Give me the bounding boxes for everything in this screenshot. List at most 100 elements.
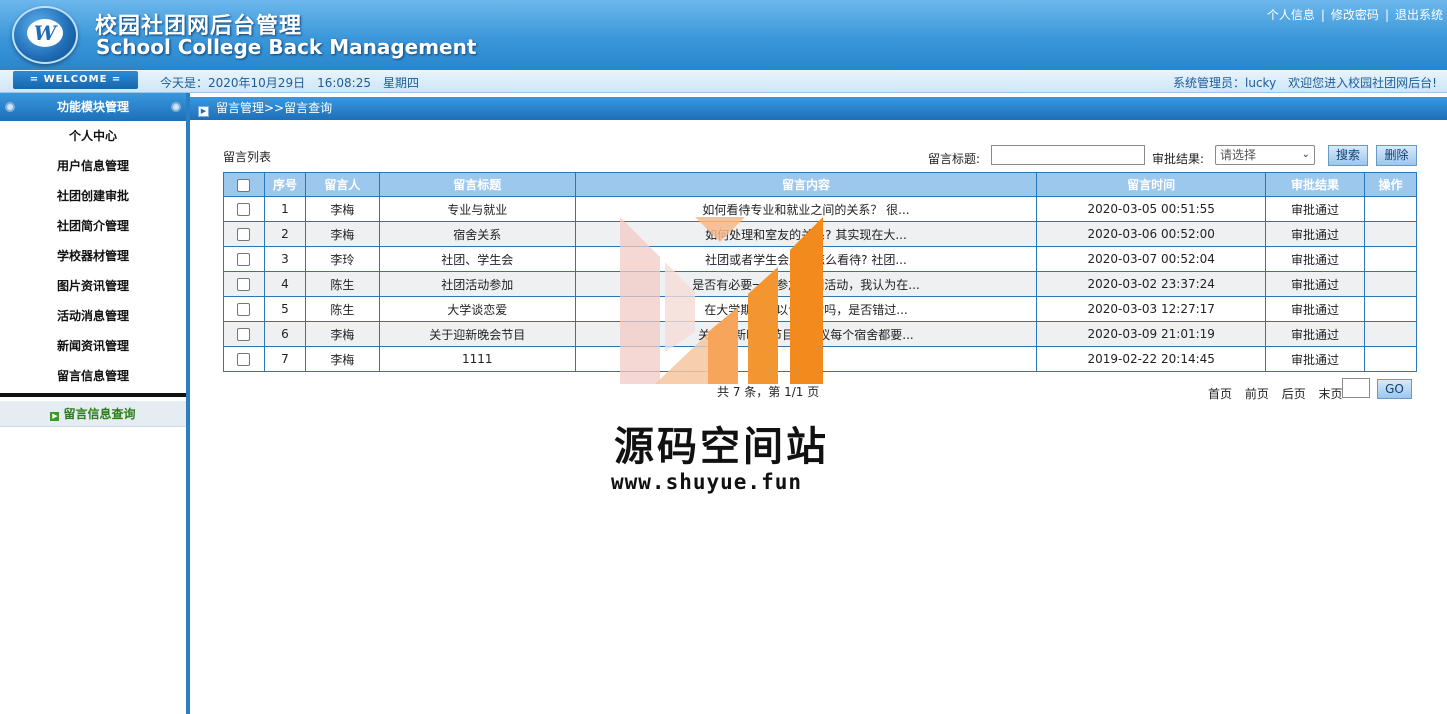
column-header: 序号 xyxy=(263,172,306,197)
sidebar-divider xyxy=(0,393,186,397)
result-label: 审批结果: xyxy=(1152,152,1205,166)
first-page-link[interactable]: 首页 xyxy=(1208,387,1232,401)
sidebar-item-club-intro[interactable]: 社团简介管理 xyxy=(0,211,186,241)
cell-actions[interactable] xyxy=(1364,271,1417,297)
row-checkbox[interactable] xyxy=(237,303,251,316)
cell-title: 专业与就业 xyxy=(378,196,576,222)
table-header-row: 序号 留言人 留言标题 留言内容 留言时间 审批结果 操作 xyxy=(223,172,1417,197)
row-checkbox[interactable] xyxy=(237,203,251,216)
cell-status: 审批通过 xyxy=(1265,221,1365,247)
row-checkbox[interactable] xyxy=(237,328,251,341)
cell-actions[interactable] xyxy=(1364,296,1417,322)
select-all-checkbox[interactable] xyxy=(237,178,251,192)
watermark-url: www.shuyue.fun xyxy=(611,470,803,494)
cell-status: 审批通过 xyxy=(1265,246,1365,272)
title-label: 留言标题: xyxy=(928,152,981,166)
cell-index: 6 xyxy=(263,321,306,347)
row-checkbox[interactable] xyxy=(237,228,251,241)
logo-icon: W xyxy=(27,19,63,47)
column-header: 留言内容 xyxy=(574,172,1038,197)
sidebar-item-personal-center[interactable]: 个人中心 xyxy=(0,121,186,151)
cell-time: 2019-02-22 20:14:45 xyxy=(1036,346,1267,372)
page-number-input[interactable] xyxy=(1342,378,1370,398)
sidebar-item-user-info[interactable]: 用户信息管理 xyxy=(0,151,186,181)
sidebar-item-activity[interactable]: 活动消息管理 xyxy=(0,301,186,331)
info-bar: = WELCOME = 今天是：2020年10月29日 16:08:25 星期四… xyxy=(0,70,1447,93)
arrow-right-icon: ▶ xyxy=(198,106,209,117)
select-all-cell xyxy=(223,172,265,197)
logo: W xyxy=(12,6,78,64)
cell-author: 陈生 xyxy=(304,271,380,297)
cell-author: 李梅 xyxy=(304,221,380,247)
cell-status: 审批通过 xyxy=(1265,296,1365,322)
sidebar-item-messages[interactable]: 留言信息管理 xyxy=(0,361,186,391)
prev-page-link[interactable]: 前页 xyxy=(1245,387,1269,401)
top-links: 个人信息 | 修改密码 | 退出系统 xyxy=(1266,8,1443,22)
cell-title: 1111 xyxy=(378,346,576,372)
cell-index: 1 xyxy=(263,196,306,222)
circle-icon xyxy=(171,102,181,112)
cell-title: 社团活动参加 xyxy=(378,271,576,297)
watermark-logo-icon xyxy=(620,217,823,384)
pager-summary: 共 7 条，第 1/1 页 xyxy=(717,385,820,399)
cell-actions[interactable] xyxy=(1364,346,1417,372)
cell-author: 陈生 xyxy=(304,296,380,322)
delete-button[interactable]: 删除 xyxy=(1376,145,1417,166)
logout-link[interactable]: 退出系统 xyxy=(1395,8,1443,22)
cell-author: 李梅 xyxy=(304,196,380,222)
row-checkbox[interactable] xyxy=(237,353,251,366)
cell-actions[interactable] xyxy=(1364,196,1417,222)
change-password-link[interactable]: 修改密码 xyxy=(1331,8,1379,22)
sidebar-subitem-message-query[interactable]: ▶ 留言信息查询 xyxy=(0,401,186,427)
cell-index: 7 xyxy=(263,346,306,372)
cell-status: 审批通过 xyxy=(1265,321,1365,347)
row-checkbox[interactable] xyxy=(237,278,251,291)
chevron-down-icon: ⌄ xyxy=(1301,149,1310,160)
sidebar-heading: 功能模块管理 xyxy=(0,93,186,121)
cell-actions[interactable] xyxy=(1364,321,1417,347)
column-header: 留言标题 xyxy=(378,172,576,197)
cell-time: 2020-03-07 00:52:04 xyxy=(1036,246,1267,272)
sidebar-item-club-approval[interactable]: 社团创建审批 xyxy=(0,181,186,211)
breadcrumb: ▶ 留言管理>>留言查询 xyxy=(190,97,1447,120)
sidebar-item-image-news[interactable]: 图片资讯管理 xyxy=(0,271,186,301)
search-button[interactable]: 搜索 xyxy=(1328,145,1368,166)
cell-time: 2020-03-05 00:51:55 xyxy=(1036,196,1267,222)
column-header: 审批结果 xyxy=(1265,172,1365,197)
system-title-en: School College Back Management xyxy=(96,35,477,59)
next-page-link[interactable]: 后页 xyxy=(1282,387,1306,401)
last-page-link[interactable]: 末页 xyxy=(1319,387,1343,401)
cell-index: 4 xyxy=(263,271,306,297)
cell-title: 关于迎新晚会节目 xyxy=(378,321,576,347)
title-search-input[interactable] xyxy=(991,145,1145,165)
sidebar: 功能模块管理 个人中心 用户信息管理 社团创建审批 社团简介管理 学校器材管理 … xyxy=(0,93,190,714)
column-header: 操作 xyxy=(1364,172,1417,197)
cell-index: 2 xyxy=(263,221,306,247)
welcome-badge: = WELCOME = xyxy=(13,71,138,89)
result-select[interactable]: 请选择 ⌄ xyxy=(1215,145,1315,165)
cell-status: 审批通过 xyxy=(1265,346,1365,372)
sidebar-item-news[interactable]: 新闻资讯管理 xyxy=(0,331,186,361)
column-header: 留言人 xyxy=(304,172,380,197)
cell-time: 2020-03-03 12:27:17 xyxy=(1036,296,1267,322)
cell-author: 李玲 xyxy=(304,246,380,272)
cell-time: 2020-03-09 21:01:19 xyxy=(1036,321,1267,347)
pager-links: 首页 前页 后页 末页 xyxy=(1208,385,1352,402)
cell-index: 5 xyxy=(263,296,306,322)
breadcrumb-text: 留言管理>>留言查询 xyxy=(216,101,333,115)
go-button[interactable]: GO xyxy=(1377,379,1412,399)
cell-actions[interactable] xyxy=(1364,246,1417,272)
cell-status: 审批通过 xyxy=(1265,196,1365,222)
row-checkbox[interactable] xyxy=(237,253,251,266)
circle-icon xyxy=(5,102,15,112)
column-header: 留言时间 xyxy=(1036,172,1267,197)
cell-title: 社团、学生会 xyxy=(378,246,576,272)
sidebar-item-equipment[interactable]: 学校器材管理 xyxy=(0,241,186,271)
arrow-right-icon: ▶ xyxy=(50,412,60,421)
cell-index: 3 xyxy=(263,246,306,272)
cell-actions[interactable] xyxy=(1364,221,1417,247)
cell-author: 李梅 xyxy=(304,321,380,347)
profile-link[interactable]: 个人信息 xyxy=(1267,8,1315,22)
list-title: 留言列表 xyxy=(223,150,272,164)
cell-title: 宿舍关系 xyxy=(378,221,576,247)
